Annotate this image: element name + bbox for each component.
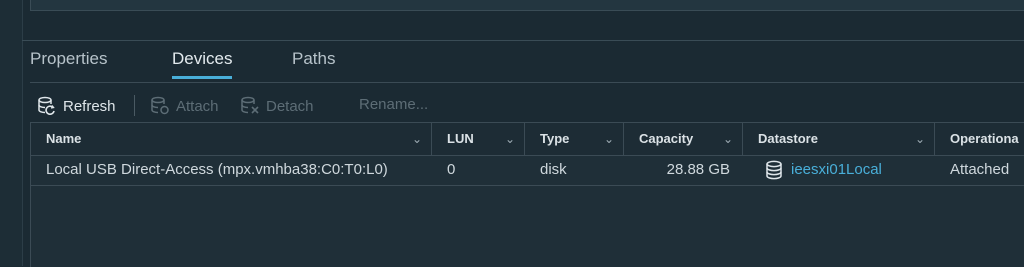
chevron-down-icon[interactable]: ⌄ bbox=[723, 123, 733, 155]
detach-label: Detach bbox=[266, 97, 314, 115]
database-refresh-icon bbox=[37, 96, 57, 116]
refresh-button[interactable]: Refresh bbox=[37, 96, 116, 116]
attach-label: Attach bbox=[176, 97, 219, 115]
cell-capacity: 28.88 GB bbox=[666, 161, 730, 178]
detach-button[interactable]: Detach bbox=[240, 96, 314, 116]
tab-paths[interactable]: Paths bbox=[292, 48, 335, 78]
column-header-lun[interactable]: LUN ⌄ bbox=[432, 123, 525, 155]
tab-properties[interactable]: Properties bbox=[30, 48, 107, 78]
chevron-down-icon[interactable]: ⌄ bbox=[915, 123, 925, 155]
cell-lun: 0 bbox=[447, 161, 456, 178]
column-header-label: LUN bbox=[447, 131, 474, 146]
devices-table: Name ⌄ LUN ⌄ Type ⌄ Capacity ⌄ Datastore… bbox=[30, 122, 1024, 267]
column-header-type[interactable]: Type ⌄ bbox=[525, 123, 624, 155]
chevron-down-icon[interactable]: ⌄ bbox=[505, 123, 515, 155]
cell-operational-state: Attached bbox=[950, 161, 1010, 178]
table-header: Name ⌄ LUN ⌄ Type ⌄ Capacity ⌄ Datastore… bbox=[31, 123, 1024, 156]
attach-button[interactable]: Attach bbox=[150, 96, 219, 116]
chevron-down-icon[interactable]: ⌄ bbox=[412, 123, 422, 155]
column-header-label: Operationa bbox=[950, 131, 1019, 146]
panel-divider bbox=[22, 40, 1024, 41]
cell-type: disk bbox=[540, 161, 567, 178]
left-navigation-rail bbox=[0, 0, 23, 266]
column-header-label: Name bbox=[46, 131, 82, 146]
tab-bar: Properties Devices Paths bbox=[30, 44, 1024, 83]
toolbar: Refresh Attach Detach Rename... bbox=[30, 88, 1024, 122]
cell-name: Local USB Direct-Access (mpx.vmhba38:C0:… bbox=[46, 161, 388, 178]
refresh-label: Refresh bbox=[63, 97, 116, 115]
cell-datastore: ieesxi01Local bbox=[743, 155, 935, 185]
rename-button[interactable]: Rename... bbox=[359, 96, 428, 113]
chevron-down-icon[interactable]: ⌄ bbox=[604, 123, 614, 155]
toolbar-separator bbox=[134, 95, 135, 116]
column-header-label: Type bbox=[540, 131, 570, 146]
column-header-datastore[interactable]: Datastore ⌄ bbox=[743, 123, 935, 155]
datastore-link[interactable]: ieesxi01Local bbox=[791, 155, 882, 185]
top-panel bbox=[30, 0, 1024, 11]
column-header-operational[interactable]: Operationa bbox=[935, 123, 1024, 155]
column-header-capacity[interactable]: Capacity ⌄ bbox=[624, 123, 743, 155]
column-header-label: Datastore bbox=[758, 131, 818, 146]
database-detach-icon bbox=[240, 96, 260, 116]
database-attach-icon bbox=[150, 96, 170, 116]
tab-devices[interactable]: Devices bbox=[172, 48, 233, 79]
rename-label: Rename... bbox=[359, 96, 429, 113]
database-icon bbox=[765, 160, 783, 180]
column-header-name[interactable]: Name ⌄ bbox=[31, 123, 432, 155]
column-header-label: Capacity bbox=[639, 131, 694, 146]
table-row[interactable]: Local USB Direct-Access (mpx.vmhba38:C0:… bbox=[31, 155, 1024, 186]
